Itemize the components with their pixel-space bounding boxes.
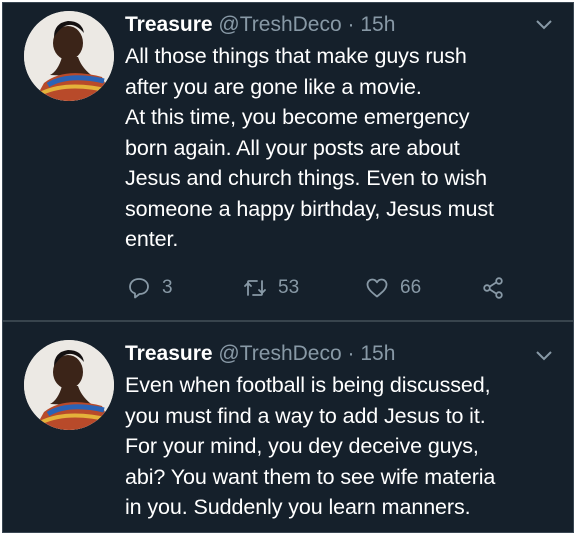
user-handle[interactable]: @TreshDeco [218,13,341,36]
tweet[interactable]: Treasure @TreshDeco · 15h All those thin… [3,3,573,321]
separator-dot: · [347,13,355,36]
profile-photo [24,340,114,430]
like-count: 66 [400,277,422,298]
tweet-text: Even when football is being discussed, y… [125,373,496,519]
reply-icon [129,278,149,299]
timeline: Treasure @TreshDeco · 15h All those thin… [2,2,574,533]
tweet[interactable]: Treasure @TreshDeco · 15h Even when foot… [3,322,573,532]
share-icon [483,277,503,299]
avatar[interactable] [24,11,114,101]
profile-photo [24,11,114,101]
avatar[interactable] [24,340,114,430]
display-name[interactable]: Treasure [125,13,213,36]
reply-button[interactable]: 3 [127,273,173,303]
chevron-down-icon[interactable] [535,19,553,31]
reply-count: 3 [162,277,173,298]
timestamp[interactable]: 15h [360,13,395,36]
retweet-button[interactable]: 53 [243,273,299,303]
user-handle[interactable]: @TreshDeco [218,342,341,365]
share-button[interactable] [481,273,505,303]
retweet-count: 53 [278,277,300,298]
display-name[interactable]: Treasure [125,342,213,365]
separator-dot: · [347,342,355,365]
chevron-down-icon[interactable] [535,350,553,362]
heart-icon [366,278,388,298]
timestamp[interactable]: 15h [360,342,395,365]
tweet-text: All those things that make guys rush aft… [125,44,494,251]
like-button[interactable]: 66 [365,273,421,303]
tweet-header: Treasure @TreshDeco · 15h [125,341,395,367]
retweet-icon [244,280,266,296]
tweet-actions: 3 53 66 [3,273,573,303]
tweet-header: Treasure @TreshDeco · 15h [125,12,395,38]
